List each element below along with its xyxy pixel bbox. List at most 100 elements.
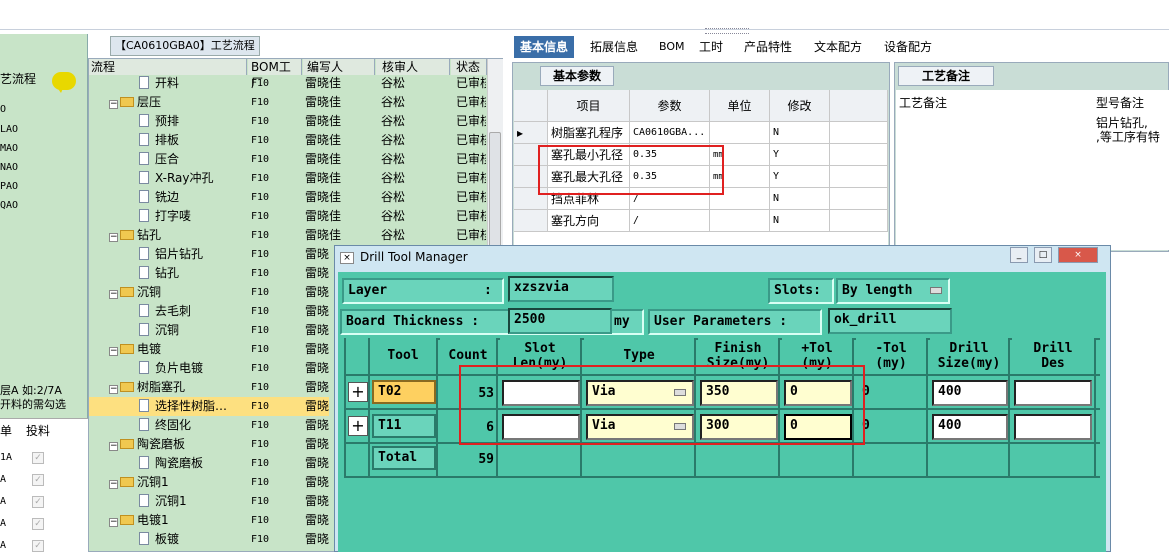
maximize-button[interactable]: □ — [1034, 247, 1052, 263]
params-cell-mod[interactable]: Y — [770, 166, 830, 188]
tree-row-reviewer: 谷松 — [381, 152, 406, 166]
tool-button[interactable]: T11 — [372, 414, 436, 438]
params-header-blank — [830, 90, 888, 122]
tree-scrollbar-thumb[interactable] — [489, 132, 501, 252]
collapse-icon[interactable]: − — [109, 290, 118, 299]
collapse-icon[interactable]: − — [109, 518, 118, 527]
tab-basic-info[interactable]: 基本信息 — [514, 36, 575, 58]
tree-row[interactable]: 预排 F10 雷晓佳 谷松 已审核 — [89, 112, 489, 131]
tab-extended-info[interactable]: 拓展信息 — [584, 36, 644, 58]
grid-header[interactable]: Drill Des — [1012, 338, 1096, 374]
tree-row-bom: F10 — [251, 116, 270, 127]
tree-row[interactable]: 排板 F10 雷晓佳 谷松 已审核 — [89, 131, 489, 150]
tree-row-bom: F10 — [251, 78, 270, 89]
params-cell-mod[interactable]: Y — [770, 144, 830, 166]
checkbox[interactable]: ✓ — [32, 474, 44, 486]
collapse-icon[interactable]: − — [109, 347, 118, 356]
tree-row[interactable]: X-Ray冲孔 F10 雷晓佳 谷松 已审核 — [89, 169, 489, 188]
tree-row[interactable]: 铣边 F10 雷晓佳 谷松 已审核 — [89, 188, 489, 207]
file-icon — [139, 114, 149, 127]
params-header-value[interactable]: 参数 — [630, 90, 710, 122]
layer-field[interactable]: xzszvia — [508, 276, 614, 302]
tree-header-status[interactable]: 状态 — [451, 59, 487, 75]
checkbox[interactable]: ✓ — [32, 452, 44, 464]
params-cell-item[interactable]: 塞孔方向 — [548, 210, 630, 232]
tab-equipment-recipe[interactable]: 设备配方 — [878, 36, 938, 58]
craft-model-note[interactable]: 铝片钻孔, ,等工序有特 — [1096, 116, 1160, 144]
params-cell-value[interactable]: CA0610GBA... — [630, 122, 710, 144]
tree-row-bom: F10 — [251, 211, 270, 222]
tab-work-hours[interactable]: 工时 — [693, 36, 729, 58]
close-button[interactable]: × — [1058, 247, 1098, 263]
tree-header-reviewer[interactable]: 核审人 — [376, 59, 450, 75]
tree-row-name: 预排 — [155, 114, 180, 128]
params-header-item[interactable]: 项目 — [548, 90, 630, 122]
collapse-icon[interactable]: − — [109, 385, 118, 394]
file-icon — [139, 209, 149, 222]
params-cell-mod[interactable]: N — [770, 210, 830, 232]
left-list-item[interactable]: PAO — [0, 181, 18, 192]
tab-basic-params[interactable]: 基本参数 — [540, 66, 614, 86]
checkbox[interactable]: ✓ — [32, 496, 44, 508]
drill-des-field[interactable] — [1014, 414, 1092, 440]
grid-header[interactable]: Tool — [370, 338, 438, 374]
tree-header-writer[interactable]: 编写人 — [303, 59, 375, 75]
left-list-item[interactable]: MAO — [0, 143, 18, 154]
folder-icon — [120, 439, 134, 449]
params-cell-unit[interactable] — [710, 122, 770, 144]
expand-row-icon[interactable]: + — [348, 416, 368, 436]
tab-product-features[interactable]: 产品特性 — [738, 36, 798, 58]
params-cell-mod[interactable]: N — [770, 122, 830, 144]
left-table-row: 1A — [0, 452, 13, 463]
tree-row-writer: 雷晓 — [305, 532, 330, 546]
grid-header[interactable]: Drill Size(my) — [930, 338, 1010, 374]
tab-bom[interactable]: BOM — [653, 36, 691, 58]
grid-header[interactable] — [346, 338, 370, 374]
params-cell-unit[interactable] — [710, 210, 770, 232]
expand-row-icon[interactable]: + — [348, 382, 368, 402]
tree-row[interactable]: − 层压 F10 雷晓佳 谷松 已审核 — [89, 93, 489, 112]
tree-row-name: 开料 — [155, 76, 180, 90]
tree-row-bom: F10 — [251, 97, 270, 108]
checkbox[interactable]: ✓ — [32, 518, 44, 530]
collapse-icon[interactable]: − — [109, 442, 118, 451]
collapse-icon[interactable]: − — [109, 480, 118, 489]
drill-des-field[interactable] — [1014, 380, 1092, 406]
tree-row-writer: 雷晓 — [305, 437, 330, 451]
checkbox[interactable]: ✓ — [32, 540, 44, 552]
tree-panel-tab[interactable]: 【CA0610GBA0】工艺流程 — [110, 36, 260, 56]
drill-size-field[interactable]: 400 — [932, 414, 1008, 440]
grid-header[interactable]: -Tol (my) — [856, 338, 928, 374]
tree-row[interactable]: 开料 F10 雷晓佳 谷松 已审核 — [89, 74, 489, 93]
board-thickness-field[interactable]: 2500 — [508, 308, 612, 334]
params-header-modify[interactable]: 修改 — [770, 90, 830, 122]
tree-row[interactable]: 选择性树脂… F10 雷晓 — [89, 397, 329, 416]
left-list-item[interactable]: NAO — [0, 162, 18, 173]
tree-row[interactable]: − 钻孔 F10 雷晓佳 谷松 已审核 — [89, 226, 489, 245]
chat-bubble-icon[interactable] — [52, 72, 76, 93]
user-parameters-field[interactable]: ok_drill — [828, 308, 952, 334]
grid-line — [1094, 374, 1096, 478]
left-table-row: A — [0, 518, 7, 529]
tab-craft-notes[interactable]: 工艺备注 — [898, 66, 994, 86]
left-list-item[interactable]: LAO — [0, 124, 18, 135]
tree-header-flow[interactable]: 流程 — [89, 59, 247, 75]
collapse-icon[interactable]: − — [109, 233, 118, 242]
left-list-item[interactable]: O — [0, 104, 6, 115]
tree-row-writer: 雷晓 — [305, 399, 330, 413]
left-list-item[interactable]: QAO — [0, 200, 18, 211]
drill-size-field[interactable]: 400 — [932, 380, 1008, 406]
params-cell-mod[interactable]: N — [770, 188, 830, 210]
tool-button[interactable]: T02 — [372, 380, 436, 404]
minimize-button[interactable]: _ — [1010, 247, 1028, 263]
params-cell-value[interactable]: / — [630, 210, 710, 232]
tree-header-bom[interactable]: BOM工厂 — [248, 59, 302, 90]
tab-text-recipe[interactable]: 文本配方 — [808, 36, 868, 58]
collapse-icon[interactable]: − — [109, 100, 118, 109]
tree-row[interactable]: 打字唛 F10 雷晓佳 谷松 已审核 — [89, 207, 489, 226]
params-header-unit[interactable]: 单位 — [710, 90, 770, 122]
tree-row[interactable]: 压合 F10 雷晓佳 谷松 已审核 — [89, 150, 489, 169]
params-cell-item[interactable]: 树脂塞孔程序 — [548, 122, 630, 144]
slots-dropdown-arrow[interactable] — [930, 287, 942, 294]
params-cell-blank — [830, 188, 888, 210]
